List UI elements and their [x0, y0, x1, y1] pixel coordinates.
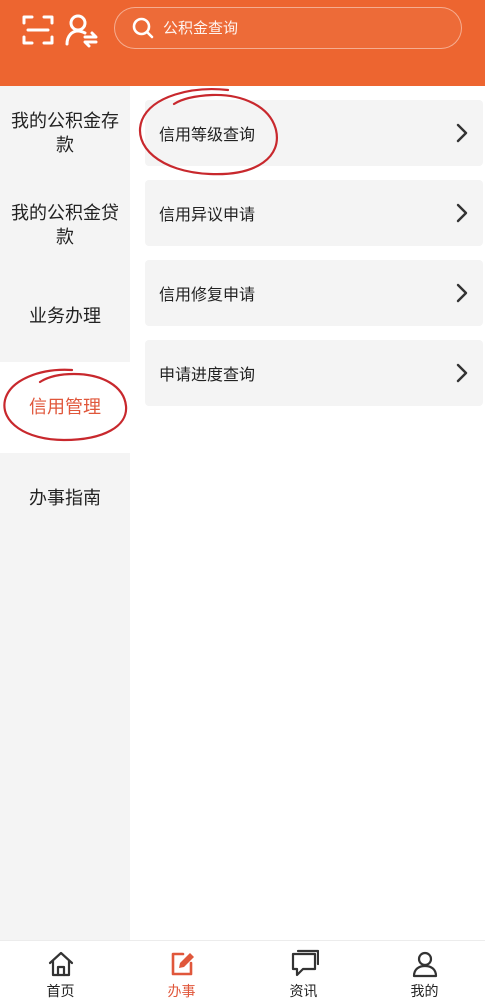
category-sidebar: 我的公积金存款 我的公积金贷款 业务办理 信用管理 办事指南 — [0, 86, 130, 940]
sidebar-item-label: 我的公积金贷款 — [11, 203, 119, 248]
edit-icon — [171, 952, 194, 976]
menu-item-credit-level[interactable]: 信用等级查询 — [145, 100, 483, 166]
tab-news[interactable]: 资讯 — [243, 941, 364, 1005]
sidebar-item-deposit[interactable]: 我的公积金存款 — [0, 86, 130, 181]
sidebar-item-label: 我的公积金存款 — [11, 110, 119, 156]
sidebar-item-loan[interactable]: 我的公积金贷款 — [0, 181, 130, 271]
chevron-right-icon — [456, 283, 468, 303]
sidebar-item-credit[interactable]: 信用管理 — [0, 362, 130, 453]
menu-item-label: 申请进度查询 — [159, 365, 256, 384]
chevron-right-icon — [456, 203, 468, 223]
sidebar-item-guide[interactable]: 办事指南 — [0, 453, 130, 545]
tab-label: 办事 — [167, 984, 196, 1000]
sidebar-item-label: 信用管理 — [29, 396, 101, 418]
tab-mine[interactable]: 我的 — [364, 941, 485, 1005]
sidebar-item-label: 业务办理 — [29, 305, 101, 327]
chevron-right-icon — [456, 363, 468, 383]
chevron-right-icon — [456, 123, 468, 143]
chat-icon — [291, 949, 319, 977]
menu-item-label: 信用异议申请 — [159, 205, 256, 224]
menu-item-credit-objection[interactable]: 信用异议申请 — [145, 180, 483, 246]
tab-service[interactable]: 办事 — [121, 941, 242, 1005]
search-input[interactable] — [161, 18, 445, 38]
scan-icon[interactable] — [20, 12, 56, 48]
user-switch-icon[interactable] — [64, 12, 100, 48]
tab-label: 我的 — [410, 984, 439, 1000]
top-bar — [0, 0, 485, 86]
bottom-nav: 首页 办事 资讯 我的 — [0, 940, 485, 1004]
tab-home[interactable]: 首页 — [0, 941, 121, 1005]
menu-item-progress-query[interactable]: 申请进度查询 — [145, 340, 483, 406]
home-icon — [48, 951, 73, 977]
search-icon — [132, 17, 154, 39]
sidebar-item-label: 办事指南 — [29, 488, 101, 509]
sidebar-item-business[interactable]: 业务办理 — [0, 271, 130, 362]
tab-label: 资讯 — [289, 984, 318, 1000]
person-icon — [412, 951, 437, 978]
menu-item-label: 信用修复申请 — [159, 285, 256, 304]
menu-item-label: 信用等级查询 — [159, 125, 256, 144]
menu-item-credit-repair[interactable]: 信用修复申请 — [145, 260, 483, 326]
tab-label: 首页 — [46, 984, 75, 1000]
search-bar[interactable] — [114, 7, 462, 49]
